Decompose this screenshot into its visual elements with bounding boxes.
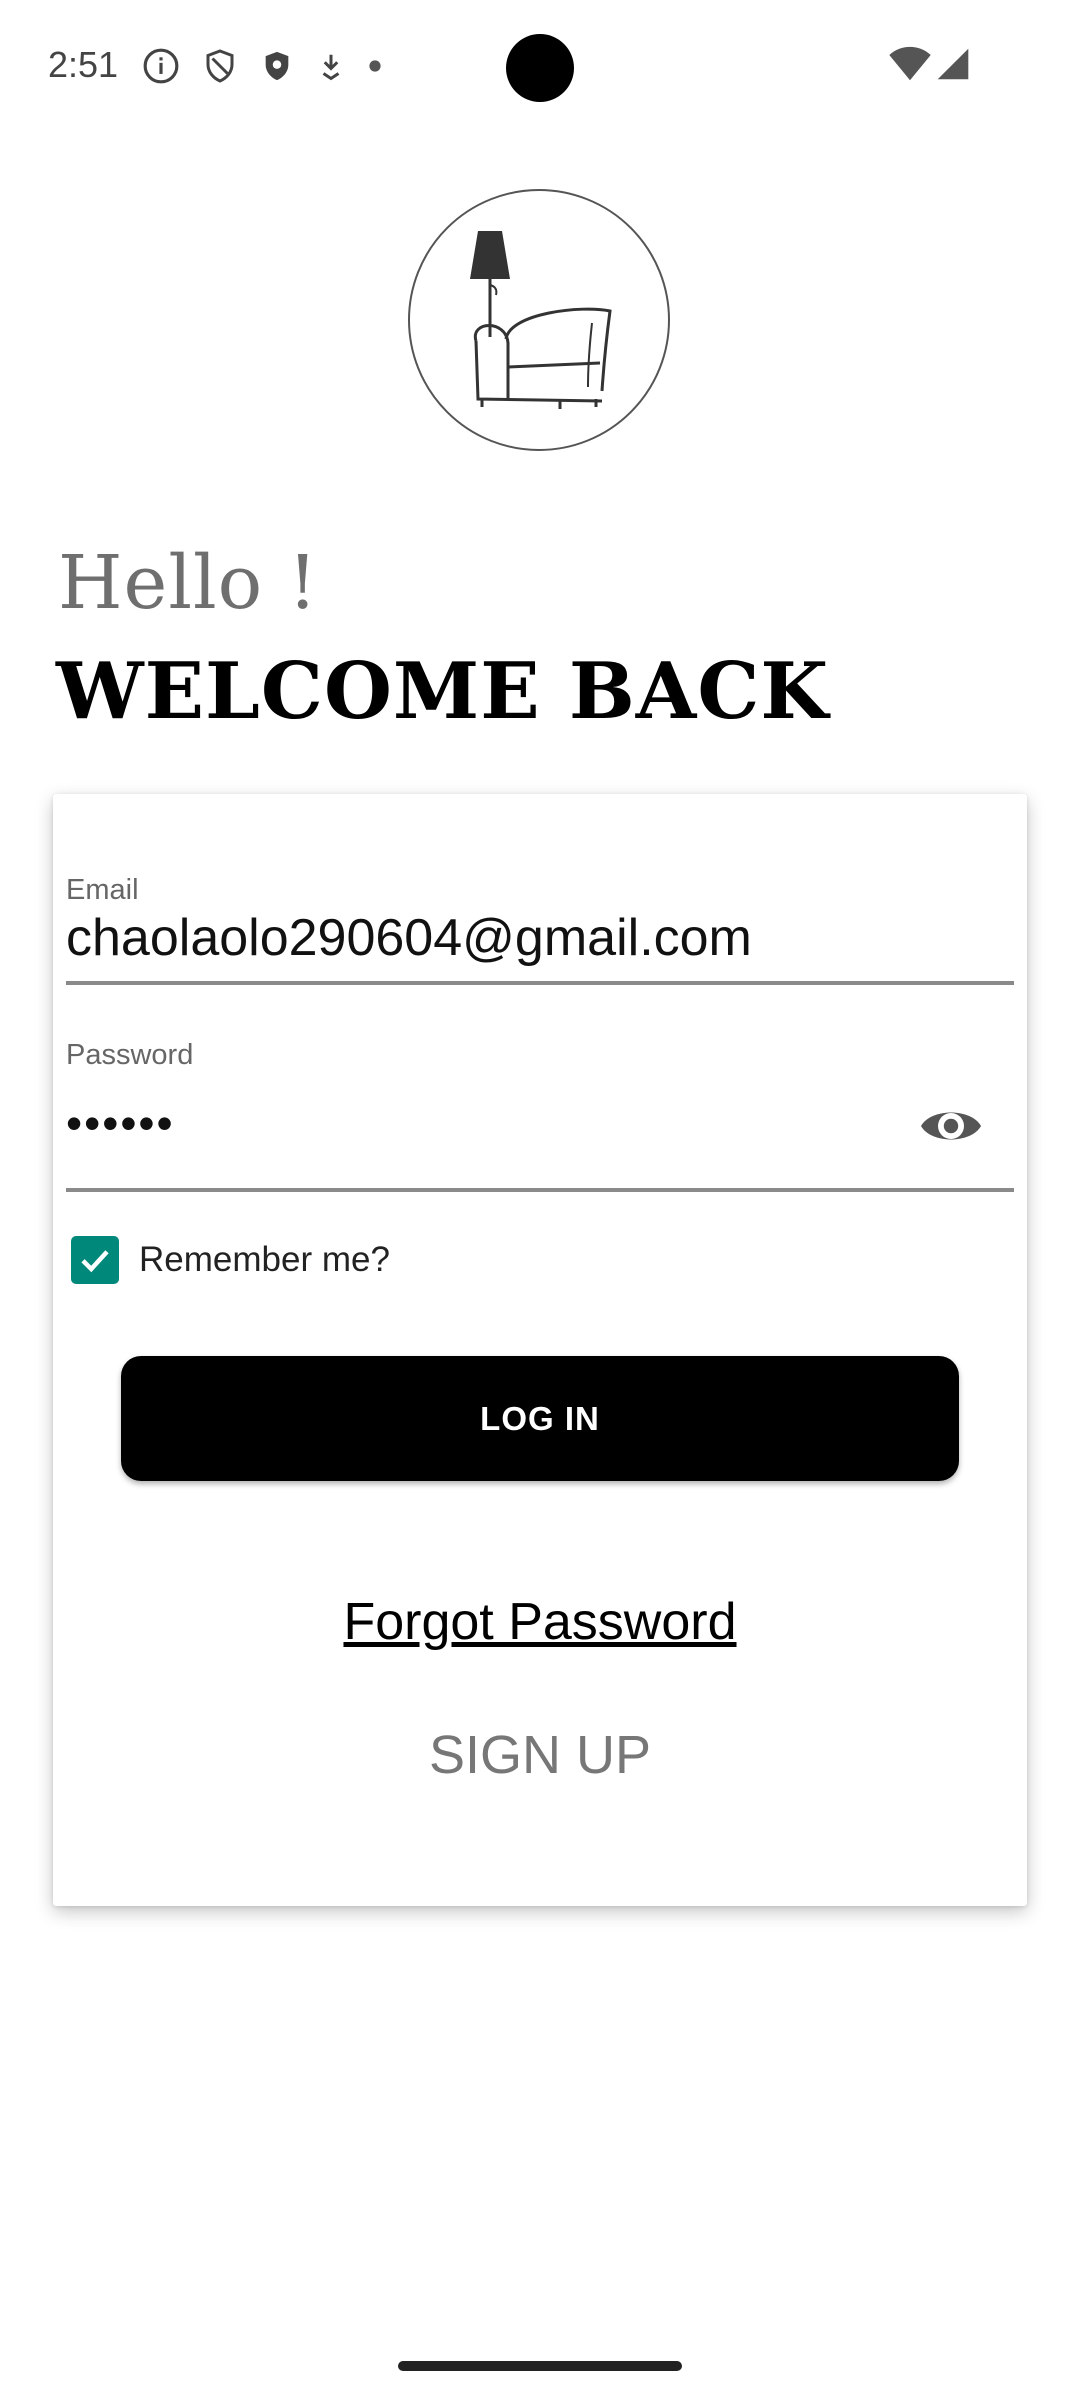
info-icon: [143, 48, 179, 84]
system-icons: [888, 46, 970, 82]
password-field[interactable]: ••••••: [66, 1096, 175, 1150]
home-indicator[interactable]: [398, 2361, 682, 2371]
forgot-password-link[interactable]: Forgot Password: [53, 1592, 1027, 1652]
email-underline: [66, 981, 1014, 985]
status-time: 2:51: [48, 44, 119, 85]
notification-icons: [142, 47, 382, 85]
download-icon: [322, 54, 340, 81]
hello-text: Hello !: [58, 540, 319, 626]
signal-icon: [937, 48, 969, 80]
email-field[interactable]: chaolaolo290604@gmail.com: [66, 908, 752, 968]
login-card: Email chaolaolo290604@gmail.com Password…: [53, 794, 1027, 1906]
eye-icon[interactable]: [919, 1104, 983, 1148]
app-logo: [408, 189, 670, 451]
login-button[interactable]: LOG IN: [121, 1356, 959, 1481]
shield-filled-icon: [265, 51, 289, 81]
dot-icon: [369, 60, 381, 72]
status-bar: 2:51: [0, 0, 1080, 136]
camera-cutout: [506, 34, 574, 102]
email-label: Email: [66, 874, 139, 906]
remember-me-label: Remember me?: [139, 1240, 390, 1279]
login-screen: 2:51 Hello ! WELCOME BACK Email chaolaol…: [0, 0, 1080, 2400]
checkmark-icon: [81, 1250, 109, 1273]
remember-me-checkbox[interactable]: [71, 1236, 119, 1284]
wifi-icon: [889, 46, 931, 81]
password-label: Password: [66, 1039, 194, 1071]
armchair-lamp-logo-icon: [470, 231, 612, 409]
sign-up-link[interactable]: SIGN UP: [53, 1724, 1027, 1786]
remember-me-row[interactable]: Remember me?: [71, 1236, 390, 1284]
welcome-heading: WELCOME BACK: [56, 646, 830, 737]
password-underline: [66, 1188, 1014, 1192]
shield-outline-icon: [206, 49, 234, 83]
